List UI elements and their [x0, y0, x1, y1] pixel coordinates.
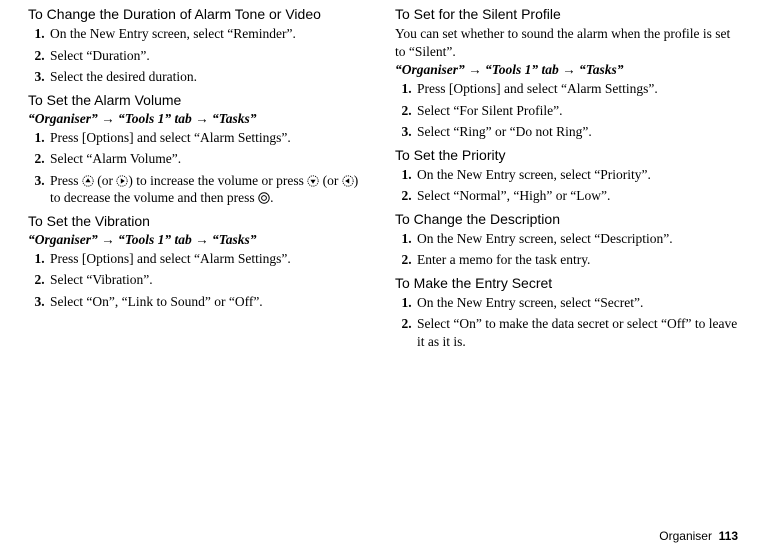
right-icon	[116, 175, 128, 187]
steps-list: On the New Entry screen, select “Reminde…	[28, 25, 371, 86]
section-lead: You can set whether to sound the alarm w…	[395, 25, 738, 60]
steps-list: On the New Entry screen, select “Secret”…	[395, 294, 738, 351]
step: Enter a memo for the task entry.	[415, 251, 738, 269]
manual-page: To Change the Duration of Alarm Tone or …	[0, 0, 766, 551]
step: Select “Normal”, “High” or “Low”.	[415, 187, 738, 205]
left-column: To Change the Duration of Alarm Tone or …	[28, 6, 371, 523]
step: Select “On”, “Link to Sound” or “Off”.	[48, 293, 371, 311]
step: Select the desired duration.	[48, 68, 371, 86]
step: Press [Options] and select “Alarm Settin…	[415, 80, 738, 98]
step: On the New Entry screen, select “Priorit…	[415, 166, 738, 184]
step: On the New Entry screen, select “Reminde…	[48, 25, 371, 43]
step-text: .	[270, 190, 273, 205]
section-title: To Change the Duration of Alarm Tone or …	[28, 6, 371, 22]
page-number: 113	[719, 529, 738, 543]
step-text: (or	[319, 173, 342, 188]
section-title: To Set for the Silent Profile	[395, 6, 738, 22]
section-title: To Change the Description	[395, 211, 738, 227]
center-icon	[258, 192, 270, 204]
section-title: To Make the Entry Secret	[395, 275, 738, 291]
step: Select “Duration”.	[48, 47, 371, 65]
step: Select “Vibration”.	[48, 271, 371, 289]
step: Press [Options] and select “Alarm Settin…	[48, 250, 371, 268]
menu-path: “Organiser” → “Tools 1” tab → “Tasks”	[28, 232, 371, 248]
step-text: ) to increase the volume or press	[128, 173, 307, 188]
step: Press [Options] and select “Alarm Settin…	[48, 129, 371, 147]
right-column: To Set for the Silent Profile You can se…	[395, 6, 738, 523]
footer-label: Organiser	[659, 529, 712, 543]
steps-list: Press [Options] and select “Alarm Settin…	[395, 80, 738, 141]
steps-list: Press [Options] and select “Alarm Settin…	[28, 129, 371, 207]
section-title: To Set the Alarm Volume	[28, 92, 371, 108]
page-footer: Organiser 113	[28, 523, 738, 551]
left-icon	[342, 175, 354, 187]
steps-list: On the New Entry screen, select “Descrip…	[395, 230, 738, 269]
step: Select “For Silent Profile”.	[415, 102, 738, 120]
step-text: Press	[50, 173, 82, 188]
step-text: (or	[94, 173, 117, 188]
steps-list: On the New Entry screen, select “Priorit…	[395, 166, 738, 205]
columns: To Change the Duration of Alarm Tone or …	[28, 6, 738, 523]
section-title: To Set the Priority	[395, 147, 738, 163]
down-icon	[307, 175, 319, 187]
step: On the New Entry screen, select “Descrip…	[415, 230, 738, 248]
step: Press (or ) to increase the volume or pr…	[48, 172, 371, 207]
menu-path: “Organiser” → “Tools 1” tab → “Tasks”	[28, 111, 371, 127]
section-title: To Set the Vibration	[28, 213, 371, 229]
step: Select “Ring” or “Do not Ring”.	[415, 123, 738, 141]
menu-path: “Organiser” → “Tools 1” tab → “Tasks”	[395, 62, 738, 78]
steps-list: Press [Options] and select “Alarm Settin…	[28, 250, 371, 311]
step: On the New Entry screen, select “Secret”…	[415, 294, 738, 312]
up-icon	[82, 175, 94, 187]
step: Select “Alarm Volume”.	[48, 150, 371, 168]
step: Select “On” to make the data secret or s…	[415, 315, 738, 350]
